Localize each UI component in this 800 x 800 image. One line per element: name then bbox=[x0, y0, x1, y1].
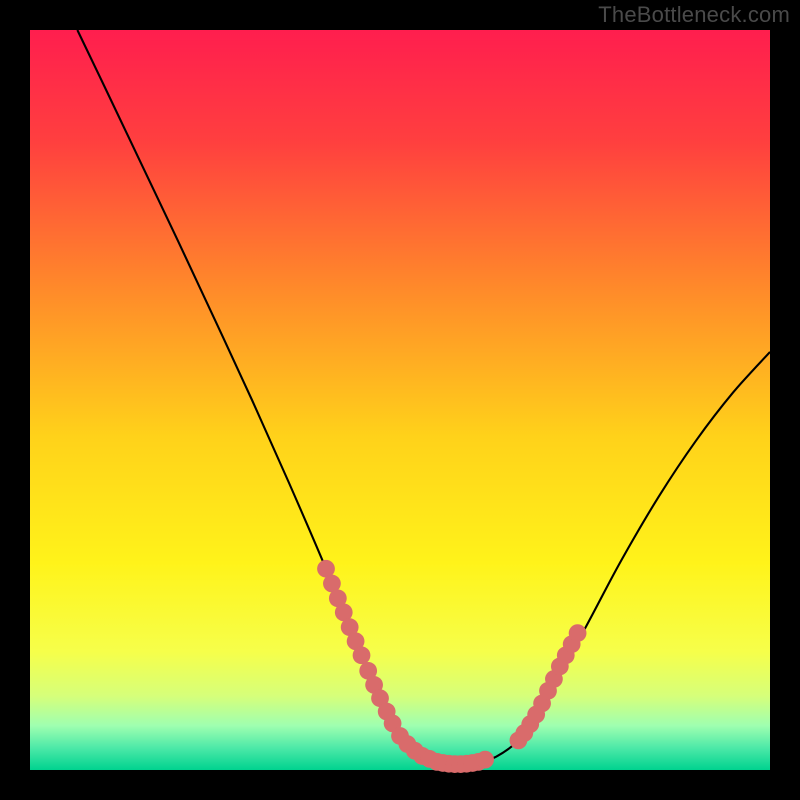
highlight-dot bbox=[353, 646, 371, 664]
watermark-text: TheBottleneck.com bbox=[598, 2, 790, 28]
gradient-background bbox=[30, 30, 770, 770]
highlight-dot bbox=[569, 624, 587, 642]
bottleneck-chart bbox=[0, 0, 800, 800]
highlight-dot bbox=[476, 751, 494, 769]
chart-stage: TheBottleneck.com bbox=[0, 0, 800, 800]
